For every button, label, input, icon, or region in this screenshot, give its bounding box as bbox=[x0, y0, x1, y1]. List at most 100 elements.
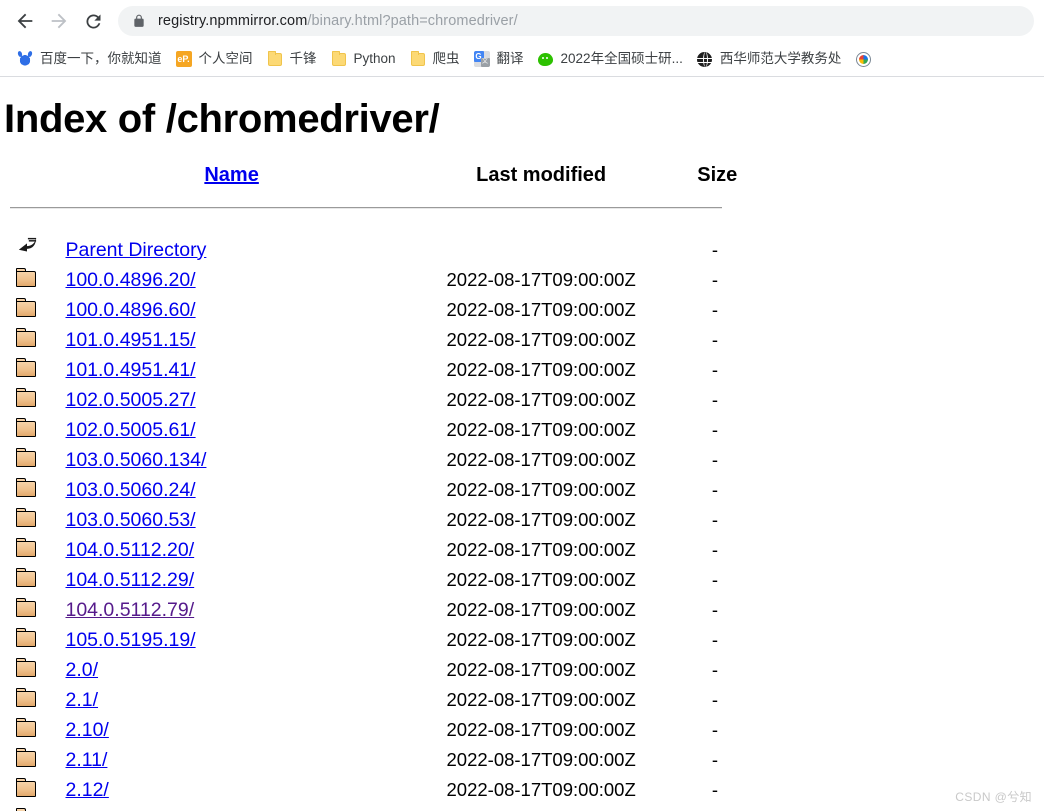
table-row: 101.0.4951.15/2022-08-17T09:00:00Z - bbox=[0, 325, 760, 355]
row-size: - bbox=[711, 479, 718, 500]
directory-link[interactable]: 104.0.5112.29/ bbox=[65, 569, 194, 591]
bookmarks-bar: 百度一下，你就知道 eP. 个人空间 千锋 Python 爬虫 翻译 2022年… bbox=[0, 42, 1044, 76]
row-last-modified: 2022-08-17T09:00:00Z bbox=[408, 805, 675, 811]
bookmark-translate[interactable]: 翻译 bbox=[467, 46, 531, 72]
ring-icon bbox=[855, 51, 871, 67]
bookmark-personal-space[interactable]: eP. 个人空间 bbox=[169, 46, 260, 72]
header-icon-spacer bbox=[0, 164, 55, 193]
directory-link[interactable]: 102.0.5005.61/ bbox=[65, 419, 195, 441]
folder-icon bbox=[0, 805, 55, 811]
header-size: Size bbox=[697, 164, 738, 186]
header-name: Name bbox=[55, 164, 407, 193]
row-last-modified: 2022-08-17T09:00:00Z bbox=[446, 269, 636, 290]
row-size: - bbox=[711, 449, 718, 470]
table-row: 100.0.4896.20/2022-08-17T09:00:00Z - bbox=[0, 265, 760, 295]
directory-link[interactable]: 104.0.5112.20/ bbox=[65, 539, 194, 561]
row-last-modified: 2022-08-17T09:00:00Z bbox=[446, 389, 636, 410]
bookmark-overflow[interactable] bbox=[848, 46, 885, 72]
row-name-cell: Parent Directory bbox=[55, 235, 407, 265]
row-size: - bbox=[711, 689, 718, 710]
row-last-modified: 2022-08-17T09:00:00Z bbox=[446, 689, 636, 710]
directory-link[interactable]: 105.0.5195.19/ bbox=[65, 629, 195, 651]
folder-icon bbox=[0, 685, 55, 715]
row-size: - bbox=[711, 539, 718, 560]
url-path: /binary.html?path=chromedriver/ bbox=[307, 13, 518, 29]
row-name-cell: 103.0.5060.134/ bbox=[55, 445, 407, 475]
directory-link[interactable]: 101.0.4951.15/ bbox=[65, 329, 195, 351]
row-last-modified: 2022-08-17T09:00:00Z bbox=[446, 749, 636, 770]
row-last-modified: 2022-08-17T09:00:00Z bbox=[446, 299, 636, 320]
table-row: 2.0/2022-08-17T09:00:00Z - bbox=[0, 655, 760, 685]
directory-link[interactable]: 100.0.4896.20/ bbox=[65, 269, 195, 291]
row-last-modified: 2022-08-17T09:00:00Z bbox=[446, 479, 636, 500]
folder-icon bbox=[410, 50, 426, 67]
row-last-modified: 2022-08-17T09:00:00Z bbox=[446, 449, 636, 470]
folder-icon bbox=[0, 475, 55, 505]
table-row: 104.0.5112.29/2022-08-17T09:00:00Z - bbox=[0, 565, 760, 595]
folder-icon bbox=[0, 385, 55, 415]
folder-icon bbox=[0, 535, 55, 565]
row-name-cell: 2.13/ bbox=[55, 805, 407, 812]
bookmark-baidu[interactable]: 百度一下，你就知道 bbox=[10, 46, 169, 72]
back-button[interactable] bbox=[8, 4, 42, 38]
folder-icon bbox=[0, 295, 55, 325]
reload-button[interactable] bbox=[76, 4, 110, 38]
table-row: 103.0.5060.134/2022-08-17T09:00:00Z - bbox=[0, 445, 760, 475]
folder-icon bbox=[0, 505, 55, 535]
row-last-modified: 2022-08-17T09:00:00Z bbox=[446, 509, 636, 530]
bookmark-qianfeng[interactable]: 千锋 bbox=[260, 46, 324, 72]
row-last-modified: 2022-08-17T09:00:00Z bbox=[446, 719, 636, 740]
directory-link[interactable]: 2.10/ bbox=[65, 719, 108, 741]
address-bar[interactable]: registry.npmmirror.com/binary.html?path=… bbox=[118, 6, 1034, 36]
folder-icon bbox=[331, 50, 347, 67]
row-name-cell: 104.0.5112.79/ bbox=[55, 595, 407, 625]
row-name-cell: 103.0.5060.24/ bbox=[55, 475, 407, 505]
row-size: - bbox=[711, 749, 718, 770]
address-bar-url: registry.npmmirror.com/binary.html?path=… bbox=[158, 13, 518, 29]
directory-link[interactable]: 2.1/ bbox=[65, 689, 98, 711]
folder-icon bbox=[0, 415, 55, 445]
bookmark-cwnu-academic[interactable]: 西华师范大学教务处 bbox=[690, 46, 849, 72]
directory-link[interactable]: 101.0.4951.41/ bbox=[65, 359, 195, 381]
row-size: - bbox=[711, 569, 718, 590]
directory-link[interactable]: 2.11/ bbox=[65, 749, 107, 771]
bookmark-postgrad-2022[interactable]: 2022年全国硕士研... bbox=[531, 46, 690, 72]
directory-link[interactable]: 103.0.5060.24/ bbox=[65, 479, 195, 501]
row-last-modified: 2022-08-17T09:00:00Z bbox=[446, 599, 636, 620]
bookmark-label: 千锋 bbox=[289, 51, 317, 66]
directory-link[interactable]: 2.13/ bbox=[65, 809, 108, 812]
row-last-modified: 2022-08-17T09:00:00Z bbox=[446, 629, 636, 650]
forward-button[interactable] bbox=[42, 4, 76, 38]
directory-link[interactable]: Parent Directory bbox=[65, 239, 206, 261]
directory-link[interactable]: 103.0.5060.134/ bbox=[65, 449, 206, 471]
table-row: 102.0.5005.27/2022-08-17T09:00:00Z - bbox=[0, 385, 760, 415]
row-name-cell: 101.0.4951.41/ bbox=[55, 355, 407, 385]
bookmark-python[interactable]: Python bbox=[324, 46, 403, 72]
directory-link[interactable]: 103.0.5060.53/ bbox=[65, 509, 195, 531]
folder-icon bbox=[0, 445, 55, 475]
row-size: - bbox=[711, 509, 718, 530]
directory-link[interactable]: 2.0/ bbox=[65, 659, 98, 681]
table-row: 101.0.4951.41/2022-08-17T09:00:00Z - bbox=[0, 355, 760, 385]
table-row: 104.0.5112.20/2022-08-17T09:00:00Z - bbox=[0, 535, 760, 565]
directory-link[interactable]: 104.0.5112.79/ bbox=[65, 599, 194, 621]
bookmark-label: 个人空间 bbox=[198, 51, 253, 66]
bookmark-crawler[interactable]: 爬虫 bbox=[403, 46, 467, 72]
directory-link[interactable]: 102.0.5005.27/ bbox=[65, 389, 195, 411]
row-last-modified bbox=[408, 235, 675, 265]
row-name-cell: 102.0.5005.27/ bbox=[55, 385, 407, 415]
row-size: - bbox=[711, 299, 718, 320]
google-translate-icon bbox=[473, 51, 490, 67]
row-size: - bbox=[711, 269, 718, 290]
table-row: 2.13/2022-08-17T09:00:00Z- bbox=[0, 805, 760, 811]
row-size: - bbox=[675, 805, 760, 811]
row-last-modified: 2022-08-17T09:00:00Z bbox=[446, 329, 636, 350]
sort-by-name-link[interactable]: Name bbox=[204, 164, 258, 186]
directory-link[interactable]: 100.0.4896.60/ bbox=[65, 299, 195, 321]
row-size: - bbox=[711, 389, 718, 410]
table-row: 104.0.5112.79/2022-08-17T09:00:00Z - bbox=[0, 595, 760, 625]
directory-link[interactable]: 2.12/ bbox=[65, 779, 108, 801]
table-row: 103.0.5060.24/2022-08-17T09:00:00Z - bbox=[0, 475, 760, 505]
table-header-row: Name Last modified Size bbox=[0, 164, 760, 193]
folder-icon bbox=[0, 355, 55, 385]
